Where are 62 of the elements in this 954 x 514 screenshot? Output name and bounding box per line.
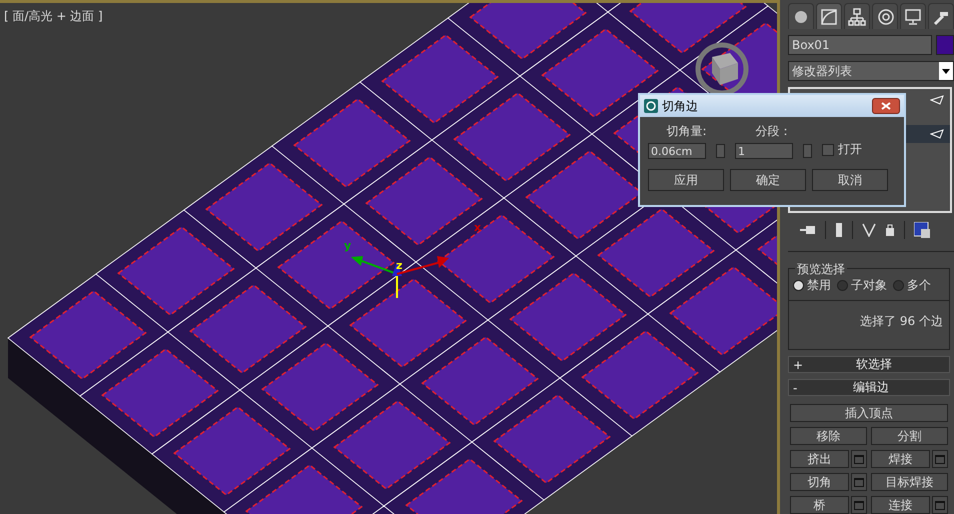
radio-option[interactable]: 子对象 [837, 276, 887, 294]
number-field[interactable]: 1 [735, 143, 793, 159]
display-icon [904, 8, 922, 26]
field-label: 切角量: [666, 123, 707, 140]
command-tab[interactable] [900, 3, 926, 29]
rollout-title: 编辑边 [852, 379, 890, 396]
window-icon [854, 454, 864, 464]
window-icon [854, 500, 864, 510]
dialog-button[interactable]: 应用 [648, 169, 724, 191]
pin-icon[interactable] [800, 224, 816, 236]
close-icon [881, 102, 891, 110]
axis-label: z [396, 259, 402, 272]
bar-icon[interactable] [835, 222, 843, 237]
tool-button[interactable]: 桥 [790, 496, 849, 514]
tool-button[interactable]: 插入顶点 [790, 404, 948, 422]
caret-icon [942, 68, 950, 74]
axis-label: x [474, 221, 482, 234]
command-tab[interactable] [928, 3, 954, 29]
tool-button[interactable]: 移除 [790, 427, 867, 445]
view-cube-icon[interactable] [694, 41, 750, 93]
configure-icon[interactable] [914, 222, 930, 238]
command-tab[interactable] [816, 3, 842, 29]
radio-option[interactable]: 多个 [893, 276, 931, 294]
tool-button[interactable]: 焊接 [871, 450, 930, 468]
command-tab[interactable] [844, 3, 870, 29]
viewport-label[interactable]: [ 面/高光 + 边面 ] [4, 8, 103, 25]
color-swatch[interactable] [936, 35, 954, 55]
window-icon [854, 478, 864, 486]
selection-info: 选择了 96 个边 [859, 312, 944, 330]
tool-button[interactable]: 连接 [871, 496, 930, 514]
window-icon [935, 454, 945, 464]
tool-button[interactable]: 切角 [790, 473, 849, 491]
hierarchy-icon [848, 8, 866, 26]
close-button[interactable] [872, 98, 900, 114]
radio-option[interactable]: 禁用 [793, 276, 831, 294]
modifier-list-dropdown[interactable]: 修改器列表 [788, 61, 954, 81]
lock-icon[interactable] [885, 222, 895, 237]
triangle-icon [930, 95, 944, 105]
group-title: 预览选择 [795, 260, 847, 278]
tool-button[interactable]: 挤出 [790, 450, 849, 468]
rollout-sign: + [793, 358, 804, 372]
dialog-title: 切角边 [662, 98, 699, 114]
axis-label: y [344, 239, 352, 252]
triangle-icon [930, 129, 944, 139]
command-tab[interactable] [872, 3, 898, 29]
app-icon [644, 99, 658, 113]
number-field[interactable]: 0.06cm [648, 143, 706, 159]
rollout-sign: - [793, 380, 798, 394]
command-tab[interactable] [788, 3, 814, 29]
window-icon [935, 500, 945, 510]
modify-icon [820, 8, 838, 26]
tool-button[interactable]: 分割 [871, 427, 948, 445]
checkbox[interactable]: 打开 [822, 141, 862, 158]
motion-icon [876, 8, 894, 26]
axis-gizmo-icon[interactable] [351, 256, 449, 298]
rollout-title: 软选择 [855, 356, 894, 373]
rollout-header[interactable]: + 软选择 [788, 356, 950, 373]
dialog-button[interactable]: 确定 [730, 169, 806, 191]
dialog-button[interactable]: 取消 [812, 169, 888, 191]
rollout-header[interactable]: - 编辑边 [788, 379, 950, 396]
object-name-field[interactable]: Box01 [788, 35, 932, 55]
tool-button[interactable]: 目标焊接 [871, 473, 948, 491]
